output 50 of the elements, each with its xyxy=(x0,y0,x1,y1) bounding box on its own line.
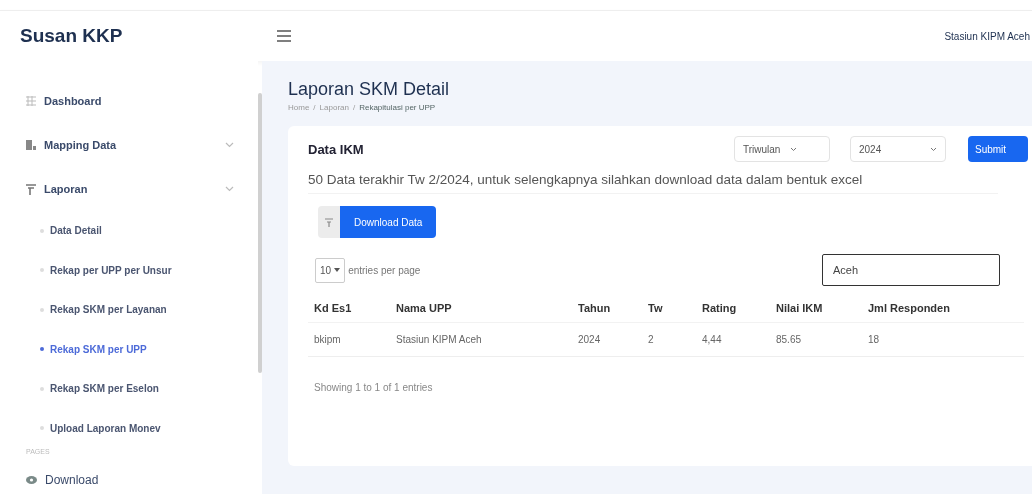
table-cell: 85.65 xyxy=(770,322,862,357)
table-cell: bkipm xyxy=(308,322,390,357)
year-select[interactable]: 2024 xyxy=(850,136,946,162)
table-cell: 4,44 xyxy=(696,322,770,357)
breadcrumb-separator: / xyxy=(313,103,316,112)
page-title: Laporan SKM Detail xyxy=(288,79,451,100)
sidebar-item[interactable]: Download xyxy=(26,458,234,494)
download-button[interactable]: Download Data xyxy=(340,206,437,238)
table-cell: 2 xyxy=(642,322,696,357)
column-header[interactable]: Tahun xyxy=(572,294,642,323)
column-header[interactable]: Tw xyxy=(642,294,696,323)
per-page-label: entries per page xyxy=(348,264,421,276)
list-icon xyxy=(26,140,36,150)
submenu-item[interactable]: Rekap SKM per Layanan xyxy=(26,290,258,330)
card-title: Data IKM xyxy=(308,141,365,157)
search-field[interactable]: Aceh xyxy=(822,254,1000,286)
table-cell: 18 xyxy=(862,322,1024,357)
chevron-icon xyxy=(930,146,937,152)
per-page-select[interactable]: 10 xyxy=(315,257,346,283)
caret-icon xyxy=(334,268,341,272)
submenu-item[interactable]: Rekap SKM per Eselon xyxy=(26,369,258,409)
menu-icon[interactable] xyxy=(277,30,291,42)
column-header[interactable]: Nama UPP xyxy=(390,294,572,323)
chevron-icon xyxy=(225,142,234,148)
filter-icon xyxy=(26,183,36,195)
filter-icon xyxy=(325,217,333,227)
sidebar-item[interactable]: Laporan xyxy=(26,167,234,211)
submenu-item[interactable]: Rekap per UPP per Unsur xyxy=(26,250,258,290)
submit-button[interactable]: Submit xyxy=(968,136,1028,162)
eye-icon xyxy=(26,476,37,484)
submenu-item[interactable]: Data Detail xyxy=(26,211,258,251)
user-name[interactable]: Stasiun KIPM Aceh xyxy=(944,30,1030,42)
breadcrumb-separator: / xyxy=(352,103,356,112)
breadcrumb-current: Rekapitulasi per UPP xyxy=(359,103,436,112)
period-select[interactable]: Triwulan xyxy=(734,136,830,162)
brand-logo[interactable]: Susan KKP xyxy=(0,25,258,47)
column-header[interactable]: Nilai IKM xyxy=(770,294,862,323)
grid-icon xyxy=(26,96,36,106)
submenu-item[interactable]: Rekap SKM per UPP xyxy=(26,329,258,369)
table-info: Showing 1 to 1 of 1 entries xyxy=(314,382,434,393)
table-cell: 2024 xyxy=(572,322,642,357)
table-cell: Stasiun KIPM Aceh xyxy=(390,322,572,357)
sidebar-item[interactable]: Mapping Data xyxy=(26,123,234,167)
submenu-item[interactable]: Upload Laporan Monev xyxy=(26,408,258,448)
sidebar-item[interactable]: Dashboard xyxy=(26,79,234,123)
chevron-icon xyxy=(790,146,798,152)
column-header[interactable]: Kd Es1 xyxy=(308,294,390,323)
info-text: 50 Data terakhir Tw 2/2024, untuk selengkapnya silahkan download data dalam bentuk excel xyxy=(308,170,998,194)
column-header[interactable]: Jml Responden xyxy=(862,294,1024,323)
column-header[interactable]: Rating xyxy=(696,294,770,323)
